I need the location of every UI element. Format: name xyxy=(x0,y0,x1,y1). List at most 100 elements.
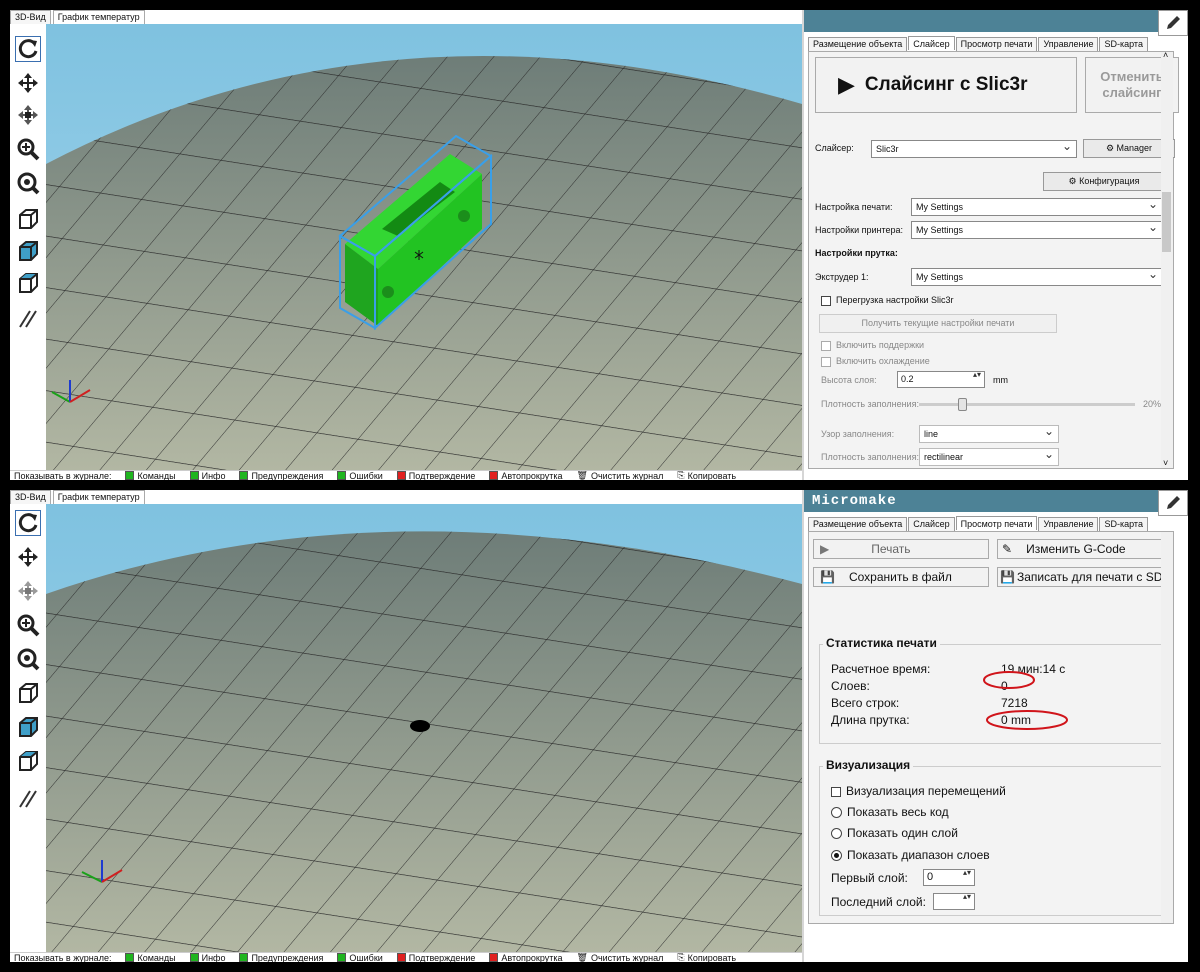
print-preview-panel: ▶ Печать ✎ Изменить G-Code 💾 Сохранить в… xyxy=(808,531,1174,924)
parallel-projection-icon[interactable] xyxy=(15,786,41,812)
copy-log-button[interactable]: ⎘ Копировать xyxy=(677,953,736,962)
copy-log-button[interactable]: ⎘ Копировать xyxy=(677,471,736,480)
slicer-select[interactable]: Slic3r xyxy=(871,138,1077,158)
configuration-button[interactable]: ⚙ Конфигурация xyxy=(1043,172,1165,191)
tab-slicer[interactable]: Слайсер xyxy=(908,517,955,531)
log-filter-commands[interactable]: Команды xyxy=(125,471,176,480)
print-setting-label: Настройка печати: xyxy=(815,202,893,212)
log-filter-info[interactable]: Инфо xyxy=(189,953,225,962)
slice-button[interactable]: ▶ Слайсинг с Slic3r xyxy=(815,57,1077,113)
infill-density-slider[interactable] xyxy=(919,398,1135,411)
checkbox-icon xyxy=(125,953,135,962)
sd-icon: 💾 xyxy=(1000,570,1015,584)
rotate-icon[interactable] xyxy=(15,510,41,536)
tab-print-preview[interactable]: Просмотр печати xyxy=(955,37,1038,51)
view-front-icon[interactable] xyxy=(15,238,41,264)
log-filter-warnings[interactable]: Предупреждения xyxy=(239,953,323,962)
edit-pencil-button[interactable] xyxy=(1158,490,1188,516)
clear-log-button[interactable]: 🗑 Очистить журнал xyxy=(577,471,664,480)
move-icon[interactable] xyxy=(15,544,41,570)
support-checkbox[interactable]: Включить поддержки xyxy=(821,340,924,351)
save-to-file-button[interactable]: 💾 Сохранить в файл xyxy=(813,567,989,587)
view-iso-icon[interactable] xyxy=(15,680,41,706)
panel-scrollbar[interactable] xyxy=(1161,532,1173,923)
solid-pattern-select[interactable]: rectilinear xyxy=(919,446,1059,466)
log-filter-warnings[interactable]: Предупреждения xyxy=(239,471,323,480)
radio-show-all[interactable]: Показать весь код xyxy=(831,805,949,819)
move-icon[interactable] xyxy=(15,70,41,96)
zoom-in-icon[interactable] xyxy=(15,136,41,162)
tab-3d-view[interactable]: 3D-Вид xyxy=(10,10,51,24)
3d-scene[interactable] xyxy=(10,24,802,470)
radio-show-one-layer[interactable]: Показать один слой xyxy=(831,826,958,840)
filament-settings-heading: Настройки прутка: xyxy=(815,248,898,258)
log-filter-commands[interactable]: Команды xyxy=(125,953,176,962)
rotate-icon[interactable] xyxy=(15,36,41,62)
log-autoscroll[interactable]: Автопрокрутка xyxy=(489,471,563,480)
tab-print-preview[interactable]: Просмотр печати xyxy=(955,516,1038,530)
view-front-icon[interactable] xyxy=(15,714,41,740)
radio-icon xyxy=(831,828,842,840)
move-object-icon[interactable] xyxy=(15,102,41,128)
tab-control[interactable]: Управление xyxy=(1038,517,1099,531)
view-toolbar xyxy=(10,504,46,952)
view-top-icon[interactable] xyxy=(15,748,41,774)
log-filter-ack[interactable]: Подтверждение xyxy=(396,471,475,480)
first-layer-input[interactable]: 0 xyxy=(923,868,975,886)
infill-pattern-select[interactable]: line xyxy=(919,423,1059,443)
checkbox-icon xyxy=(337,471,347,480)
log-filter-errors[interactable]: Ошибки xyxy=(337,953,383,962)
zoom-in-icon[interactable] xyxy=(15,612,41,638)
tab-object-placement[interactable]: Размещение объекта xyxy=(808,37,908,51)
scroll-thumb[interactable] xyxy=(1162,192,1171,252)
log-autoscroll[interactable]: Автопрокрутка xyxy=(489,953,563,962)
log-filter-info[interactable]: Инфо xyxy=(189,471,225,480)
view-top-icon[interactable] xyxy=(15,270,41,296)
edit-pencil-button[interactable] xyxy=(1158,10,1188,36)
get-settings-button[interactable]: Получить текущие настройки печати xyxy=(819,314,1057,333)
gears-icon: ⚙ xyxy=(1105,143,1117,153)
log-filter-errors[interactable]: Ошибки xyxy=(337,471,383,480)
zoom-fit-icon[interactable] xyxy=(15,170,41,196)
tab-3d-view[interactable]: 3D-Вид xyxy=(10,490,51,504)
tab-sd-card[interactable]: SD-карта xyxy=(1099,517,1148,531)
extruder-select[interactable]: My Settings xyxy=(911,266,1163,286)
tab-temperature-graph[interactable]: График температур xyxy=(52,490,145,504)
scroll-down-icon[interactable]: ˅ xyxy=(1163,458,1168,468)
edit-gcode-button[interactable]: ✎ Изменить G-Code xyxy=(997,539,1173,559)
cooling-checkbox[interactable]: Включить охлаждение xyxy=(821,356,930,367)
right-panel: Размещение объекта Слайсер Просмотр печа… xyxy=(802,10,1188,480)
3d-viewport[interactable] xyxy=(10,24,802,470)
scroll-up-icon[interactable]: ˄ xyxy=(1163,50,1168,60)
tab-slicer[interactable]: Слайсер xyxy=(908,36,955,50)
tab-sd-card[interactable]: SD-карта xyxy=(1099,37,1148,51)
radio-show-layer-range[interactable]: Показать диапазон слоев xyxy=(831,848,990,862)
infill-pattern-label: Узор заполнения: xyxy=(821,429,895,439)
right-panel: Micromake Размещение объекта Слайсер Про… xyxy=(802,490,1188,962)
last-layer-input[interactable] xyxy=(933,892,975,910)
move-object-icon[interactable] xyxy=(15,578,41,604)
save-icon: 💾 xyxy=(820,570,835,584)
write-sd-button[interactable]: 💾 Записать для печати с SD xyxy=(997,567,1173,587)
3d-viewport[interactable] xyxy=(10,504,802,952)
tab-temperature-graph[interactable]: График температур xyxy=(52,10,145,24)
tab-object-placement[interactable]: Размещение объекта xyxy=(808,517,908,531)
panel-scrollbar[interactable]: ˄ ˅ xyxy=(1161,50,1173,468)
zoom-fit-icon[interactable] xyxy=(15,646,41,672)
parallel-projection-icon[interactable] xyxy=(15,306,41,332)
print-setting-select[interactable]: My Settings xyxy=(911,196,1163,216)
override-checkbox[interactable]: Перегрузка настройки Slic3r xyxy=(821,295,954,306)
slider-thumb[interactable] xyxy=(958,398,968,411)
printer-setting-select[interactable]: My Settings xyxy=(911,219,1163,239)
print-button[interactable]: ▶ Печать xyxy=(813,539,989,559)
tab-control[interactable]: Управление xyxy=(1038,37,1099,51)
radio-icon xyxy=(831,807,842,819)
printer-setting-label: Настройки принтера: xyxy=(815,225,904,235)
printer-title: Micromake xyxy=(804,490,1188,512)
log-filter-ack[interactable]: Подтверждение xyxy=(396,953,475,962)
clear-log-button[interactable]: 🗑 Очистить журнал xyxy=(577,953,664,962)
layer-height-input[interactable]: 0.2 xyxy=(897,370,985,388)
3d-scene[interactable] xyxy=(10,504,802,952)
view-iso-icon[interactable] xyxy=(15,206,41,232)
show-moves-checkbox[interactable]: Визуализация перемещений xyxy=(831,784,1006,798)
